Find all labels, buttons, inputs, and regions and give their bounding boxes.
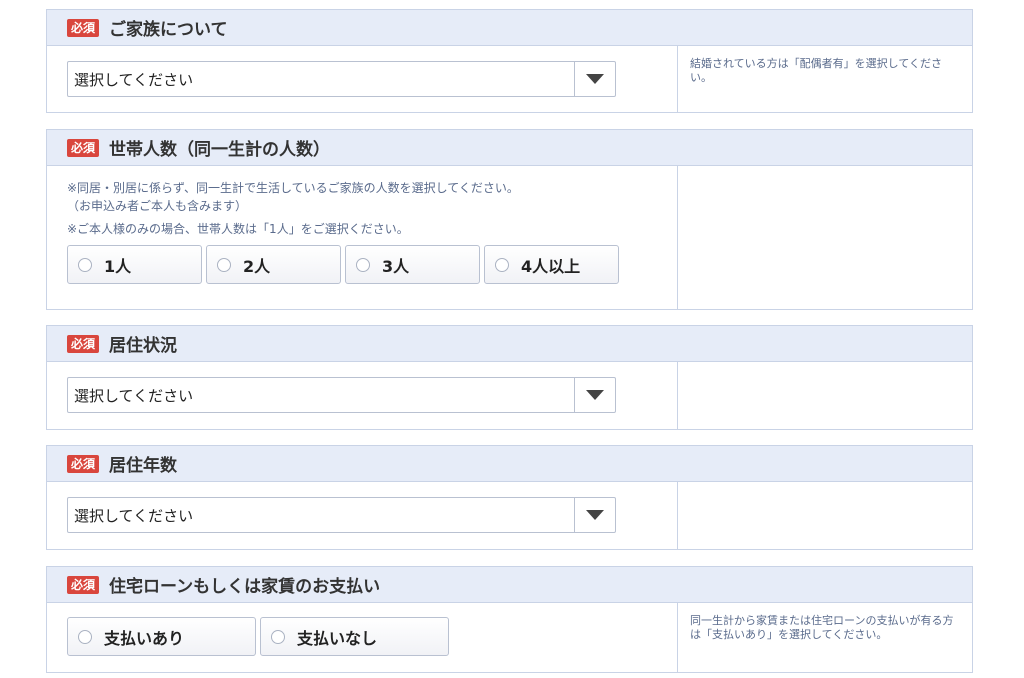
- family-section-header: 必須 ご家族について: [47, 10, 972, 46]
- years-section-header: 必須 居住年数: [47, 446, 972, 482]
- residence-select-value: 選択してください: [74, 386, 194, 405]
- residence-section: 必須 居住状況 選択してください: [46, 325, 973, 430]
- radio-icon[interactable]: [271, 629, 285, 644]
- years-select[interactable]: 選択してください: [67, 497, 616, 533]
- household-option-1[interactable]: 1人: [67, 245, 202, 284]
- payment-section-title: 住宅ローンもしくは家賃のお支払い: [109, 577, 381, 597]
- radio-icon[interactable]: [78, 629, 92, 644]
- payment-option-yes[interactable]: 支払いあり: [67, 617, 256, 656]
- required-badge: 必須: [67, 18, 100, 37]
- payment-section-header: 必須 住宅ローンもしくは家賃のお支払い: [47, 567, 972, 603]
- family-section-title: ご家族について: [109, 20, 228, 40]
- family-select-value: 選択してください: [74, 70, 194, 89]
- payment-option-no[interactable]: 支払いなし: [260, 617, 449, 656]
- years-section-title: 居住年数: [109, 456, 178, 476]
- required-badge: 必須: [67, 454, 100, 473]
- household-option-label: 1人: [104, 256, 132, 276]
- payment-option-label: 支払いあり: [104, 628, 185, 648]
- residence-select[interactable]: 選択してください: [67, 377, 616, 413]
- radio-icon[interactable]: [495, 257, 509, 272]
- required-badge: 必須: [67, 575, 100, 594]
- household-note-3: ※ご本人様のみの場合、世帯人数は「1人」をご選択ください。: [67, 222, 409, 236]
- household-note-2: （お申込み者ご本人も含みます）: [67, 199, 248, 213]
- residence-section-header: 必須 居住状況: [47, 326, 972, 362]
- household-option-label: 4人以上: [521, 256, 581, 276]
- payment-hint: 同一生計から家賃または住宅ローンの支払いが有る方は「支払いあり」を選択してくださ…: [690, 614, 954, 641]
- payment-option-label: 支払いなし: [297, 628, 378, 648]
- household-option-label: 3人: [382, 256, 410, 276]
- dropdown-arrow-icon[interactable]: [574, 498, 615, 532]
- household-section-title: 世帯人数（同一生計の人数）: [109, 140, 331, 160]
- household-option-4[interactable]: 4人以上: [484, 245, 619, 284]
- household-section-header: 必須 世帯人数（同一生計の人数）: [47, 130, 972, 166]
- required-badge: 必須: [67, 334, 100, 353]
- radio-icon[interactable]: [217, 257, 231, 272]
- radio-icon[interactable]: [356, 257, 370, 272]
- family-select[interactable]: 選択してください: [67, 61, 616, 97]
- household-option-2[interactable]: 2人: [206, 245, 341, 284]
- required-badge: 必須: [67, 138, 100, 157]
- family-section: 必須 ご家族について 選択してください 結婚されている方は「配偶者有」を選択して…: [46, 9, 973, 113]
- radio-icon[interactable]: [78, 257, 92, 272]
- dropdown-arrow-icon[interactable]: [574, 378, 615, 412]
- payment-section: 必須 住宅ローンもしくは家賃のお支払い 支払いあり 支払いなし 同一生計から家賃…: [46, 566, 973, 673]
- household-section: 必須 世帯人数（同一生計の人数） ※同居・別居に係らず、同一生計で生活しているご…: [46, 129, 973, 310]
- household-option-3[interactable]: 3人: [345, 245, 480, 284]
- family-hint: 結婚されている方は「配偶者有」を選択してください。: [690, 57, 943, 84]
- years-select-value: 選択してください: [74, 506, 194, 525]
- years-section: 必須 居住年数 選択してください: [46, 445, 973, 550]
- dropdown-arrow-icon[interactable]: [574, 62, 615, 96]
- household-note-1: ※同居・別居に係らず、同一生計で生活しているご家族の人数を選択してください。: [67, 181, 519, 195]
- household-option-label: 2人: [243, 256, 271, 276]
- residence-section-title: 居住状況: [109, 336, 178, 356]
